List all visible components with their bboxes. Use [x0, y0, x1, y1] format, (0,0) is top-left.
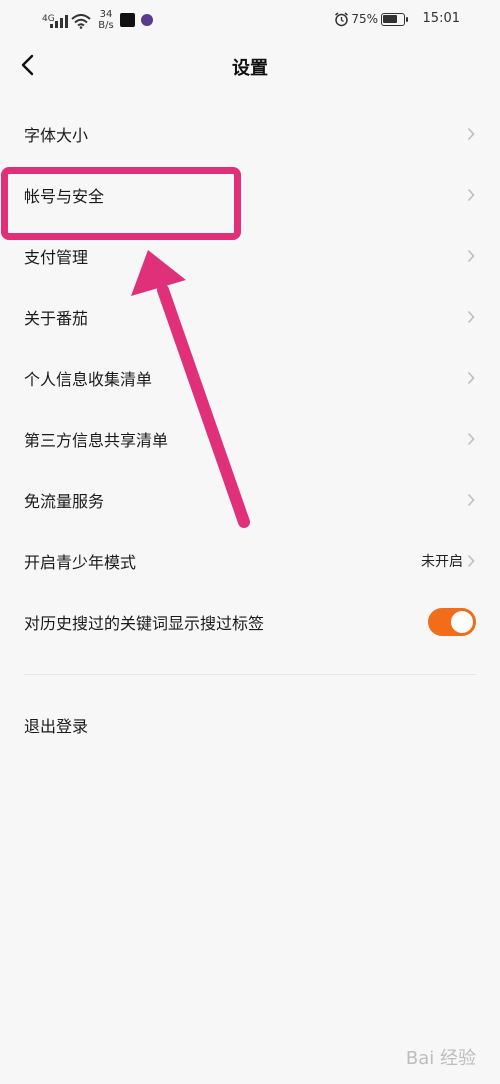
row-right: [467, 127, 475, 141]
toggle-knob: [451, 610, 473, 633]
settings-item-label: 个人信息收集清单: [24, 369, 153, 389]
signal-icon: [50, 15, 68, 28]
search-tag-toggle[interactable]: [428, 607, 476, 636]
divider: [24, 674, 476, 675]
watermark: Bai 经验: [405, 1048, 476, 1069]
row-right: [467, 371, 475, 385]
settings-item-third-party-sharing[interactable]: 第三方信息共享清单: [0, 408, 500, 469]
settings-item-payment[interactable]: 支付管理: [0, 225, 500, 286]
chevron-right-icon: [467, 432, 475, 445]
settings-item-label: 关于番茄: [24, 308, 89, 328]
row-right: [467, 493, 475, 507]
settings-item-account-security[interactable]: 帐号与安全: [0, 164, 500, 225]
battery-fill: [383, 15, 397, 23]
chevron-right-icon: [467, 310, 475, 323]
chevron-right-icon: [467, 127, 475, 140]
net-speed-value: 34: [99, 9, 113, 20]
settings-item-label: 开启青少年模式: [24, 552, 137, 572]
row-right: [467, 432, 475, 446]
battery-icon: [381, 13, 408, 26]
settings-item-label: 支付管理: [24, 247, 89, 267]
battery-percent: 75%: [351, 12, 378, 26]
status-time: 15:01: [422, 11, 460, 26]
chevron-right-icon: [467, 371, 475, 384]
chevron-right-icon: [467, 554, 475, 567]
header: 设置: [0, 38, 500, 94]
settings-item-about[interactable]: 关于番茄: [0, 286, 500, 347]
chevron-right-icon: [467, 249, 475, 262]
net-speed-unit: B/s: [98, 20, 114, 31]
row-right: [467, 249, 475, 263]
row-right: 未开启: [421, 551, 475, 571]
settings-item-label: 对历史搜过的关键词显示搜过标签: [24, 613, 265, 633]
settings-item-teen-mode[interactable]: 开启青少年模式 未开启: [0, 530, 500, 591]
status-bar: 4G 34 B/s 75% 15:01: [0, 0, 500, 38]
logout-label: 退出登录: [24, 716, 89, 736]
settings-list: 字体大小 帐号与安全 支付管理 关于番茄 个人信息收集清单 第三方信息共享清单: [0, 103, 500, 652]
settings-item-search-history-tag: 对历史搜过的关键词显示搜过标签: [0, 591, 500, 652]
row-right: [467, 188, 475, 202]
chevron-right-icon: [467, 188, 475, 201]
page-title: 设置: [232, 58, 268, 79]
settings-item-personal-info-list[interactable]: 个人信息收集清单: [0, 347, 500, 408]
settings-item-label: 字体大小: [24, 125, 89, 145]
settings-item-font-size[interactable]: 字体大小: [0, 103, 500, 164]
wifi-icon: [71, 14, 91, 29]
settings-item-label: 帐号与安全: [24, 186, 105, 206]
notification-app-icon-2: [141, 14, 153, 26]
notification-app-icon: [120, 13, 135, 27]
alarm-icon: [335, 12, 348, 27]
settings-item-free-data[interactable]: 免流量服务: [0, 469, 500, 530]
settings-item-label: 免流量服务: [24, 491, 105, 511]
net-speed: 34 B/s: [96, 9, 116, 31]
teen-mode-status: 未开启: [421, 553, 463, 570]
chevron-right-icon: [467, 493, 475, 506]
row-right: [467, 310, 475, 324]
logout-button[interactable]: 退出登录: [0, 694, 500, 755]
settings-item-label: 第三方信息共享清单: [24, 430, 169, 450]
